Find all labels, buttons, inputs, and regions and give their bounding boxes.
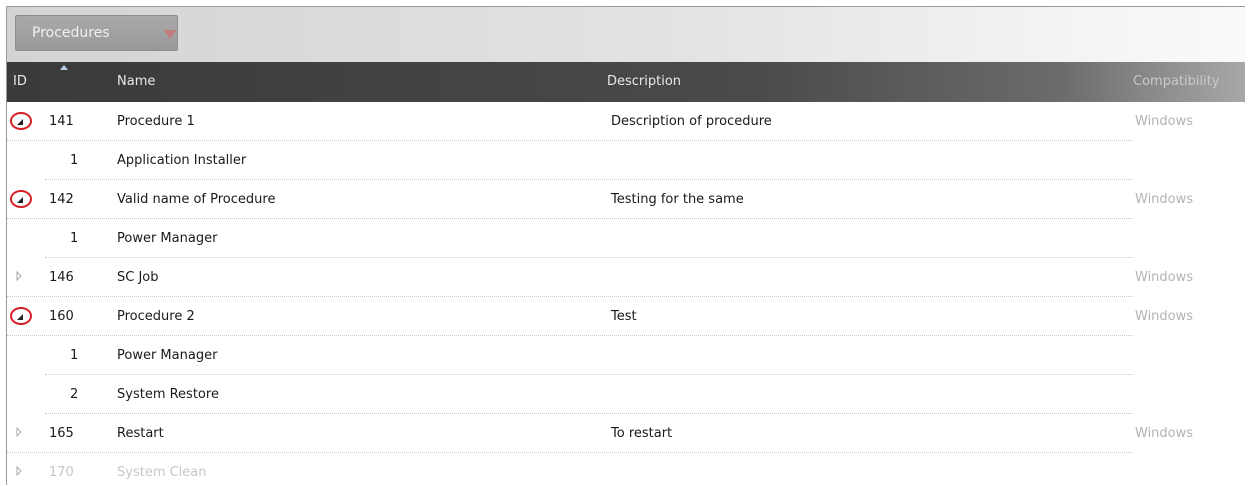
collapsed-arrow-icon[interactable] — [10, 463, 32, 481]
cell-id: 1 — [70, 348, 79, 363]
table-row[interactable]: 146 SC Job Windows — [7, 258, 1245, 297]
collapsed-arrow-icon[interactable] — [10, 424, 32, 442]
child-row[interactable]: 1 Power Manager — [7, 219, 1245, 258]
expanded-arrow-icon[interactable] — [10, 190, 32, 208]
cell-name: Power Manager — [117, 348, 218, 363]
cell-id: 141 — [49, 114, 74, 129]
cell-description: To restart — [611, 426, 673, 441]
cell-id: 142 — [49, 192, 74, 207]
cell-description: Description of procedure — [611, 114, 772, 129]
cell-name: System Clean — [117, 465, 207, 480]
cell-compatibility: Windows — [1135, 309, 1194, 324]
child-row[interactable]: 1 Application Installer — [7, 141, 1245, 180]
cell-id: 1 — [70, 153, 79, 168]
column-header-id[interactable]: ID — [13, 62, 27, 102]
cell-description: Test — [611, 309, 637, 324]
cell-compatibility: Windows — [1135, 114, 1194, 129]
table-header: ID Name Description Compatibility — [7, 62, 1245, 102]
triangle-down-icon — [164, 30, 176, 39]
cell-name: SC Job — [117, 270, 159, 285]
cell-name: Power Manager — [117, 231, 218, 246]
expanded-arrow-icon[interactable] — [10, 112, 32, 130]
column-header-compatibility[interactable]: Compatibility — [1133, 62, 1220, 102]
cell-id: 170 — [49, 465, 74, 480]
table-row[interactable]: 160 Procedure 2 Test Windows — [7, 297, 1245, 336]
procedures-panel: Procedures ID Name Description Compatibi… — [6, 6, 1245, 485]
toolbar: Procedures — [7, 7, 1245, 62]
table-row[interactable]: 141 Procedure 1 Description of procedure Wi… — [7, 102, 1245, 141]
cell-id: 1 — [70, 231, 79, 246]
table-row[interactable]: 142 Valid name of Procedure Testing for th… — [7, 180, 1245, 219]
procedures-dropdown-label: Procedures — [32, 25, 110, 41]
collapsed-arrow-icon[interactable] — [10, 268, 32, 286]
cell-id: 146 — [49, 270, 74, 285]
cell-id: 160 — [49, 309, 74, 324]
cell-name: System Restore — [117, 387, 219, 402]
sort-ascending-icon — [60, 65, 68, 70]
cell-name: Application Installer — [117, 153, 247, 168]
cell-name: Procedure 2 — [117, 309, 195, 324]
expanded-arrow-icon[interactable] — [10, 307, 32, 325]
cell-compatibility: Windows — [1135, 192, 1194, 207]
cell-id: 165 — [49, 426, 74, 441]
cell-name: Procedure 1 — [117, 114, 195, 129]
cell-compatibility: Windows — [1135, 426, 1194, 441]
cell-id: 2 — [70, 387, 79, 402]
child-row[interactable]: 2 System Restore — [7, 375, 1245, 414]
table-row[interactable]: 170 System Clean — [7, 453, 1245, 485]
column-header-description[interactable]: Description — [607, 62, 681, 102]
column-header-name[interactable]: Name — [117, 62, 155, 102]
procedures-dropdown[interactable]: Procedures — [15, 15, 178, 51]
cell-name: Valid name of Procedure — [117, 192, 276, 207]
cell-name: Restart — [117, 426, 164, 441]
table-row[interactable]: 165 Restart To restart Windows — [7, 414, 1245, 453]
cell-compatibility: Windows — [1135, 270, 1194, 285]
child-row[interactable]: 1 Power Manager — [7, 336, 1245, 375]
cell-description: Testing for the same — [611, 192, 744, 207]
